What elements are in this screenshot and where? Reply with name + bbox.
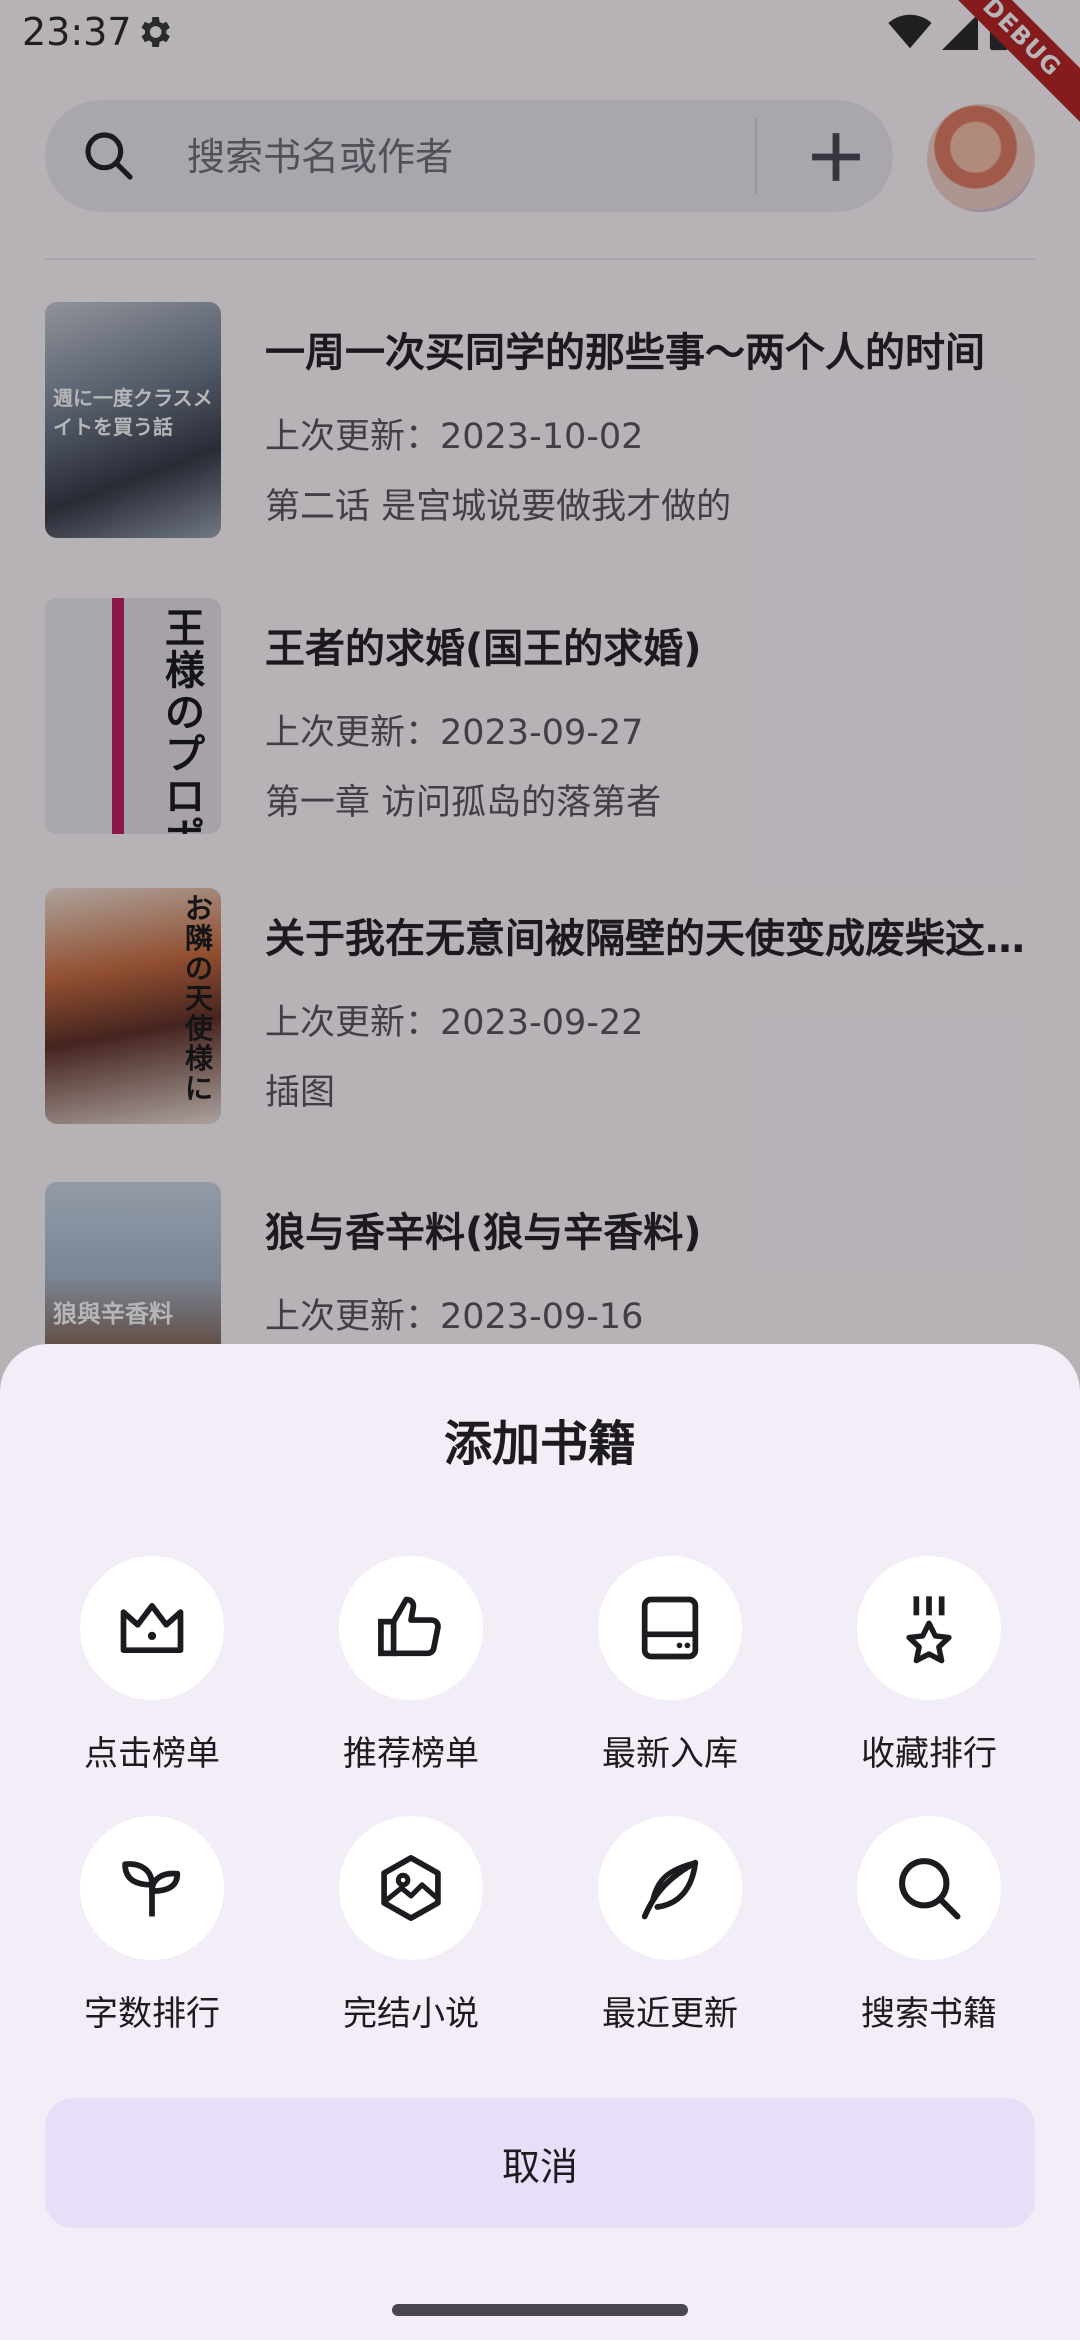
action-label: 搜索书籍 — [861, 1994, 997, 2034]
action-favorite-ranking[interactable]: 收藏排行 — [813, 1556, 1013, 1774]
search-icon — [899, 1858, 961, 1920]
action-label: 最新入库 — [602, 1734, 738, 1774]
action-word-count-ranking[interactable]: 字数排行 — [36, 1816, 236, 2034]
home-indicator[interactable] — [392, 2304, 688, 2316]
action-icon-circle — [857, 1816, 1001, 1960]
cancel-button[interactable]: 取消 — [45, 2098, 1035, 2228]
action-icon-circle — [857, 1556, 1001, 1700]
action-new-arrivals[interactable]: 最新入库 — [554, 1556, 754, 1774]
action-recommend-ranking[interactable]: 推荐榜单 — [295, 1556, 495, 1774]
action-icon-circle — [339, 1816, 483, 1960]
hexagon-image-icon — [381, 1855, 441, 1921]
action-icon-circle — [598, 1556, 742, 1700]
action-icon-circle — [80, 1816, 224, 1960]
action-label: 最近更新 — [602, 1994, 738, 2034]
action-icon-circle — [339, 1556, 483, 1700]
action-click-ranking[interactable]: 点击榜单 — [36, 1556, 236, 1774]
action-icon-circle — [598, 1816, 742, 1960]
action-label: 字数排行 — [84, 1994, 220, 2034]
action-label: 点击榜单 — [84, 1734, 220, 1774]
star-medal-icon — [906, 1596, 952, 1664]
action-recent-updates[interactable]: 最近更新 — [554, 1816, 754, 2034]
storage-drive-icon — [641, 1596, 699, 1660]
sprout-icon — [122, 1861, 181, 1917]
thumb-up-icon — [378, 1596, 441, 1657]
action-label: 推荐榜单 — [343, 1734, 479, 1774]
crown-icon — [120, 1602, 184, 1654]
action-search-books[interactable]: 搜索书籍 — [813, 1816, 1013, 2034]
action-label: 收藏排行 — [861, 1734, 997, 1774]
app-root: 23:37 DEBUG 週に一度クラスメイトを買う話 一周一次买同学的那些事～两… — [0, 0, 1080, 2340]
action-label: 完结小说 — [343, 1994, 479, 2034]
sheet-title: 添加书籍 — [443, 1416, 636, 1472]
action-icon-circle — [80, 1556, 224, 1700]
add-book-sheet: 添加书籍 点击榜单 推荐榜单 最新入库 收藏排行 字数排行 完结小说 最近更新 … — [0, 1344, 1080, 2340]
feather-icon — [641, 1859, 699, 1920]
action-completed-novels[interactable]: 完结小说 — [295, 1816, 495, 2034]
